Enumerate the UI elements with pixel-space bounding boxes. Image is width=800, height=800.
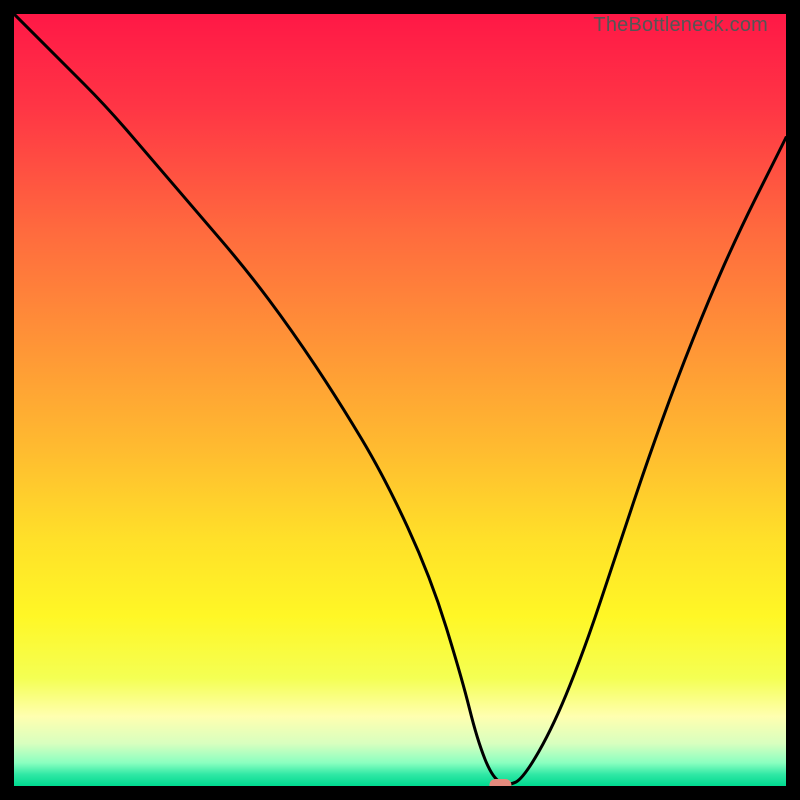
bottleneck-curve [14, 14, 786, 784]
chart-frame: TheBottleneck.com [0, 0, 800, 800]
watermark-text: TheBottleneck.com [593, 14, 768, 37]
plot-area: TheBottleneck.com [14, 14, 786, 786]
curve-layer [14, 14, 786, 786]
optimal-point-marker [489, 779, 511, 786]
